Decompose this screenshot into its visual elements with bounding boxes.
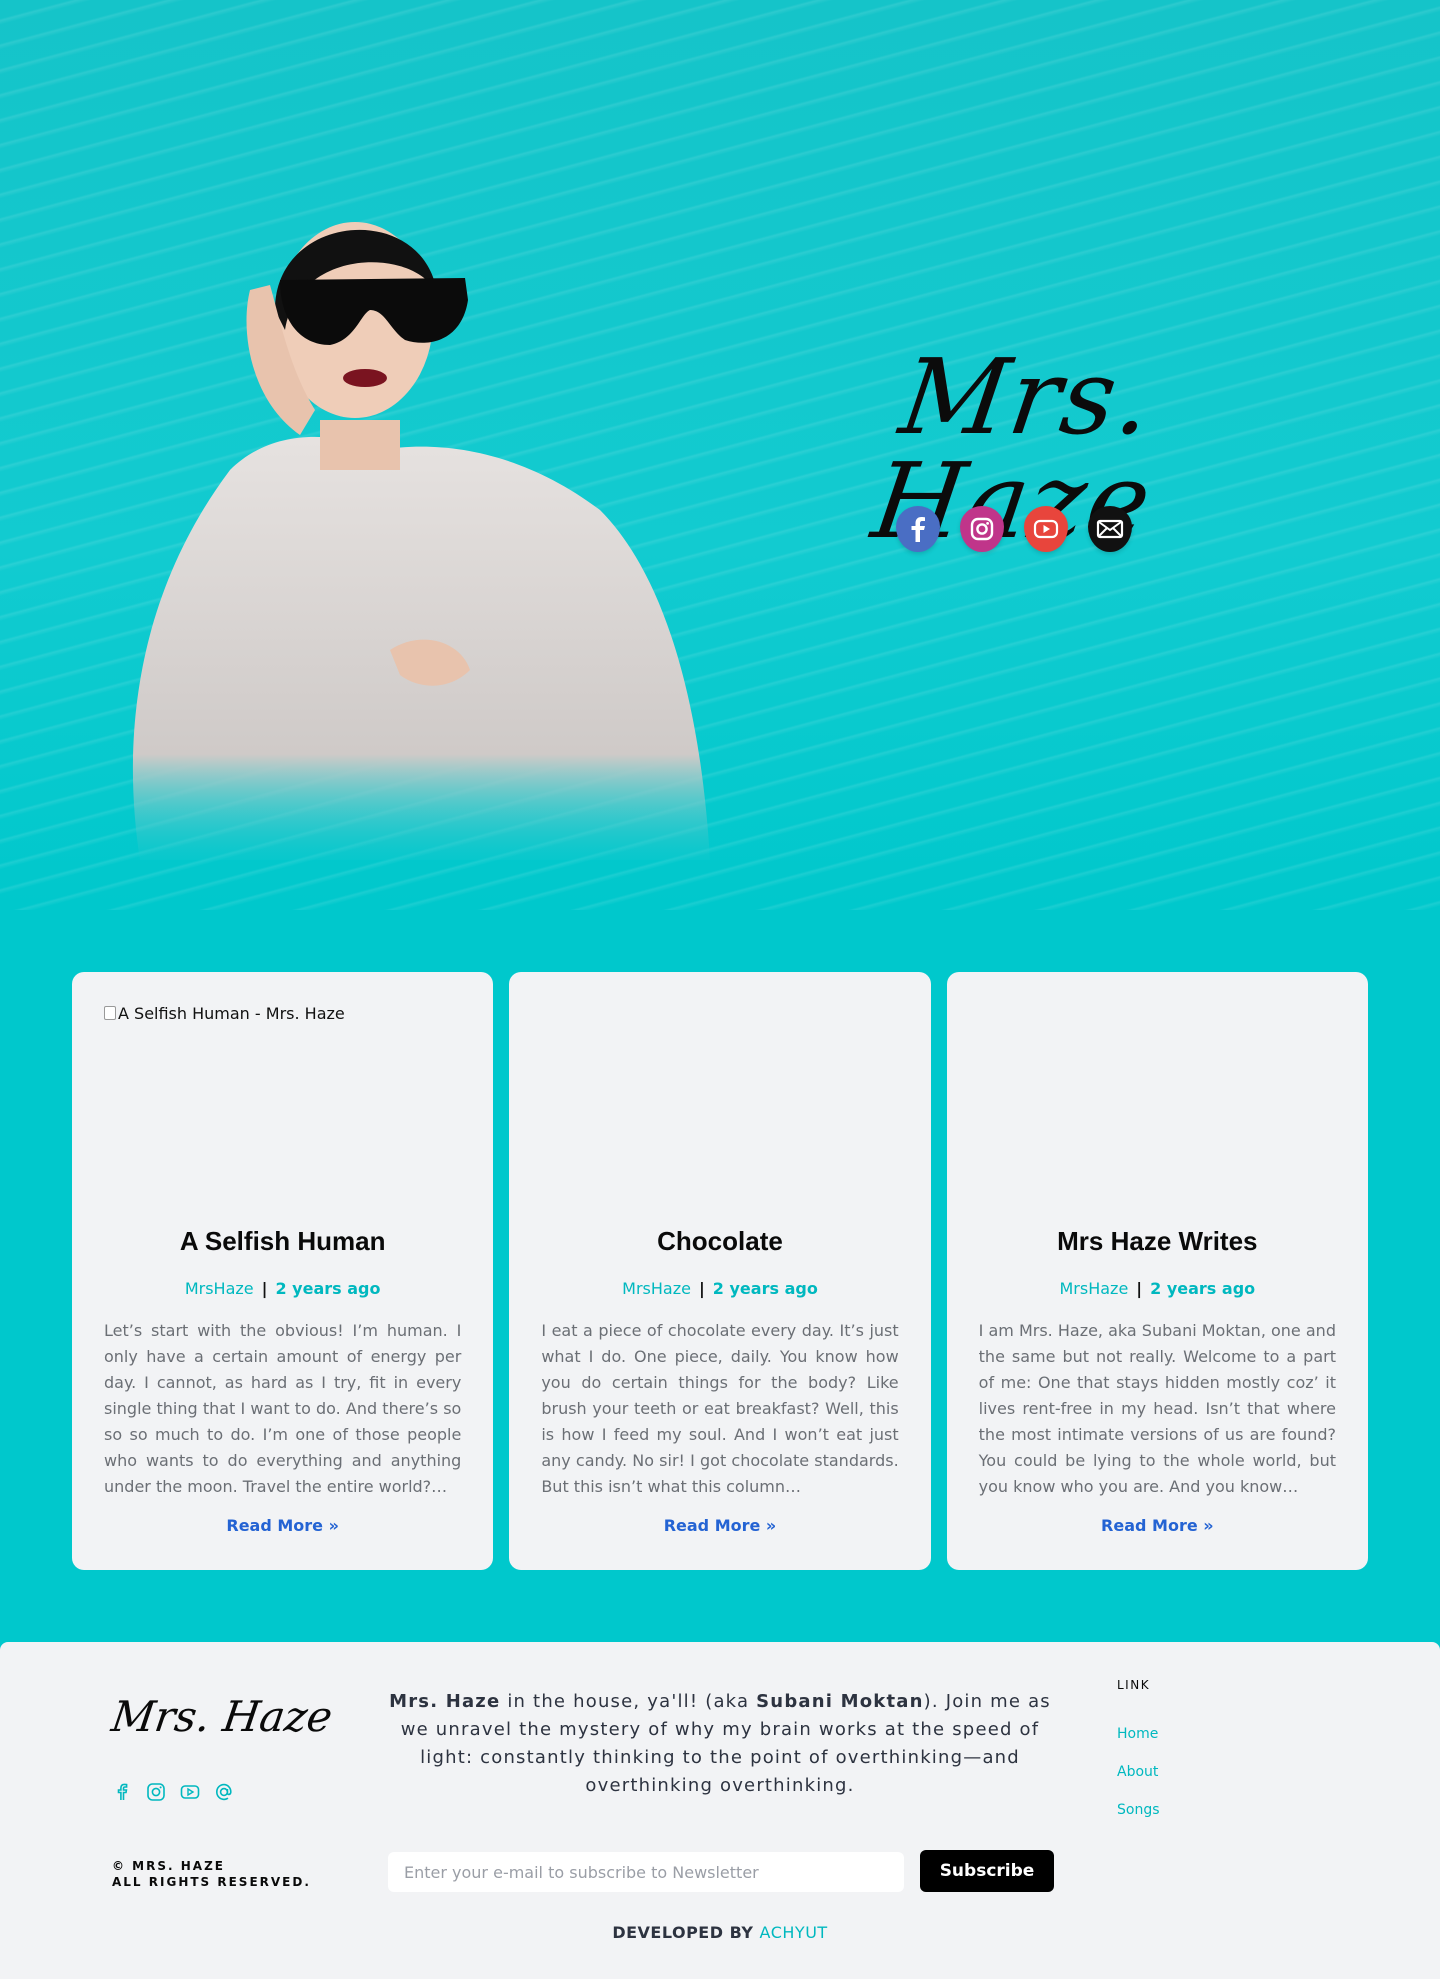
post-date[interactable]: 2 years ago xyxy=(1150,1279,1255,1298)
post-card: Mrs Haze Writes MrsHaze | 2 years ago I am… xyxy=(946,972,1368,1570)
post-title[interactable]: A Selfish Human xyxy=(104,1226,461,1257)
facebook-icon[interactable] xyxy=(896,506,940,552)
post-excerpt: I am Mrs. Haze, aka Subani Moktan, one a… xyxy=(978,1321,1336,1496)
meta-separator: | xyxy=(261,1279,268,1298)
hero-portrait-image xyxy=(132,222,710,860)
footer-about-text: Mrs. Haze in the house, ya'll! (aka Suba… xyxy=(388,1688,1052,1800)
post-date[interactable]: 2 years ago xyxy=(275,1279,380,1298)
newsletter-email-input[interactable] xyxy=(388,1852,904,1892)
site-footer: Mrs. Haze © MRS. HAZE ALL RIGHTS RESERVE… xyxy=(0,1642,1440,1979)
broken-image-icon xyxy=(104,1006,116,1020)
footer-social-links xyxy=(112,1782,234,1802)
subscribe-button[interactable]: Subscribe xyxy=(920,1850,1054,1892)
post-excerpt: I eat a piece of chocolate every day. It… xyxy=(541,1321,899,1496)
post-title[interactable]: Mrs Haze Writes xyxy=(979,1226,1336,1257)
developed-by-label: DEVELOPED BY xyxy=(612,1923,760,1942)
facebook-icon[interactable] xyxy=(112,1782,132,1802)
footer-link-home[interactable]: Home xyxy=(1117,1726,1160,1742)
at-sign-icon[interactable] xyxy=(214,1782,234,1802)
about-aka: Subani Moktan xyxy=(756,1691,924,1712)
post-title[interactable]: Chocolate xyxy=(541,1226,898,1257)
youtube-icon[interactable] xyxy=(180,1782,200,1802)
meta-separator: | xyxy=(1136,1279,1143,1298)
youtube-icon[interactable] xyxy=(1024,506,1068,552)
post-meta: MrsHaze | 2 years ago xyxy=(541,1279,898,1298)
footer-link-about[interactable]: About xyxy=(1117,1764,1160,1780)
copyright-line: ALL RIGHTS RESERVED. xyxy=(112,1875,311,1889)
read-more-link[interactable]: Read More » xyxy=(541,1516,898,1535)
about-name: Mrs. Haze xyxy=(389,1691,501,1712)
post-card: A Selfish Human - Mrs. Haze A Selfish Hu… xyxy=(72,972,494,1570)
post-excerpt: Let’s start with the obvious! I’m human.… xyxy=(104,1321,462,1496)
developer-credit: DEVELOPED BY ACHYUT xyxy=(0,1923,1440,1942)
post-image xyxy=(979,1004,1336,1184)
post-card: Chocolate MrsHaze | 2 years ago I eat a pi… xyxy=(509,972,931,1570)
post-image-alt: A Selfish Human - Mrs. Haze xyxy=(118,1004,345,1023)
copyright-line: © MRS. HAZE xyxy=(112,1859,225,1873)
instagram-icon[interactable] xyxy=(960,506,1004,552)
read-more-link[interactable]: Read More » xyxy=(104,1516,461,1535)
post-author[interactable]: MrsHaze xyxy=(1059,1279,1128,1298)
mail-icon[interactable] xyxy=(1088,506,1132,552)
post-date[interactable]: 2 years ago xyxy=(713,1279,818,1298)
instagram-icon[interactable] xyxy=(146,1782,166,1802)
blog-posts-grid: A Selfish Human - Mrs. Haze A Selfish Hu… xyxy=(72,972,1368,1570)
post-meta: MrsHaze | 2 years ago xyxy=(104,1279,461,1298)
footer-links-heading: LINK xyxy=(1117,1678,1151,1692)
footer-link-songs[interactable]: Songs xyxy=(1117,1802,1160,1818)
post-image xyxy=(541,1004,898,1184)
post-image: A Selfish Human - Mrs. Haze xyxy=(104,1004,461,1184)
post-meta: MrsHaze | 2 years ago xyxy=(979,1279,1336,1298)
meta-separator: | xyxy=(698,1279,705,1298)
footer-copyright: © MRS. HAZE ALL RIGHTS RESERVED. xyxy=(112,1858,311,1890)
read-more-link[interactable]: Read More » xyxy=(979,1516,1336,1535)
post-author[interactable]: MrsHaze xyxy=(622,1279,691,1298)
hero-section: Mrs. Haze xyxy=(0,0,1440,910)
hero-social-links xyxy=(896,506,1132,552)
developer-link[interactable]: ACHYUT xyxy=(760,1923,828,1942)
footer-logo[interactable]: Mrs. Haze xyxy=(109,1692,336,1741)
about-text: in the house, ya'll! (aka xyxy=(500,1691,757,1712)
footer-links: LINK Home About Songs xyxy=(1117,1678,1160,1818)
post-author[interactable]: MrsHaze xyxy=(185,1279,254,1298)
